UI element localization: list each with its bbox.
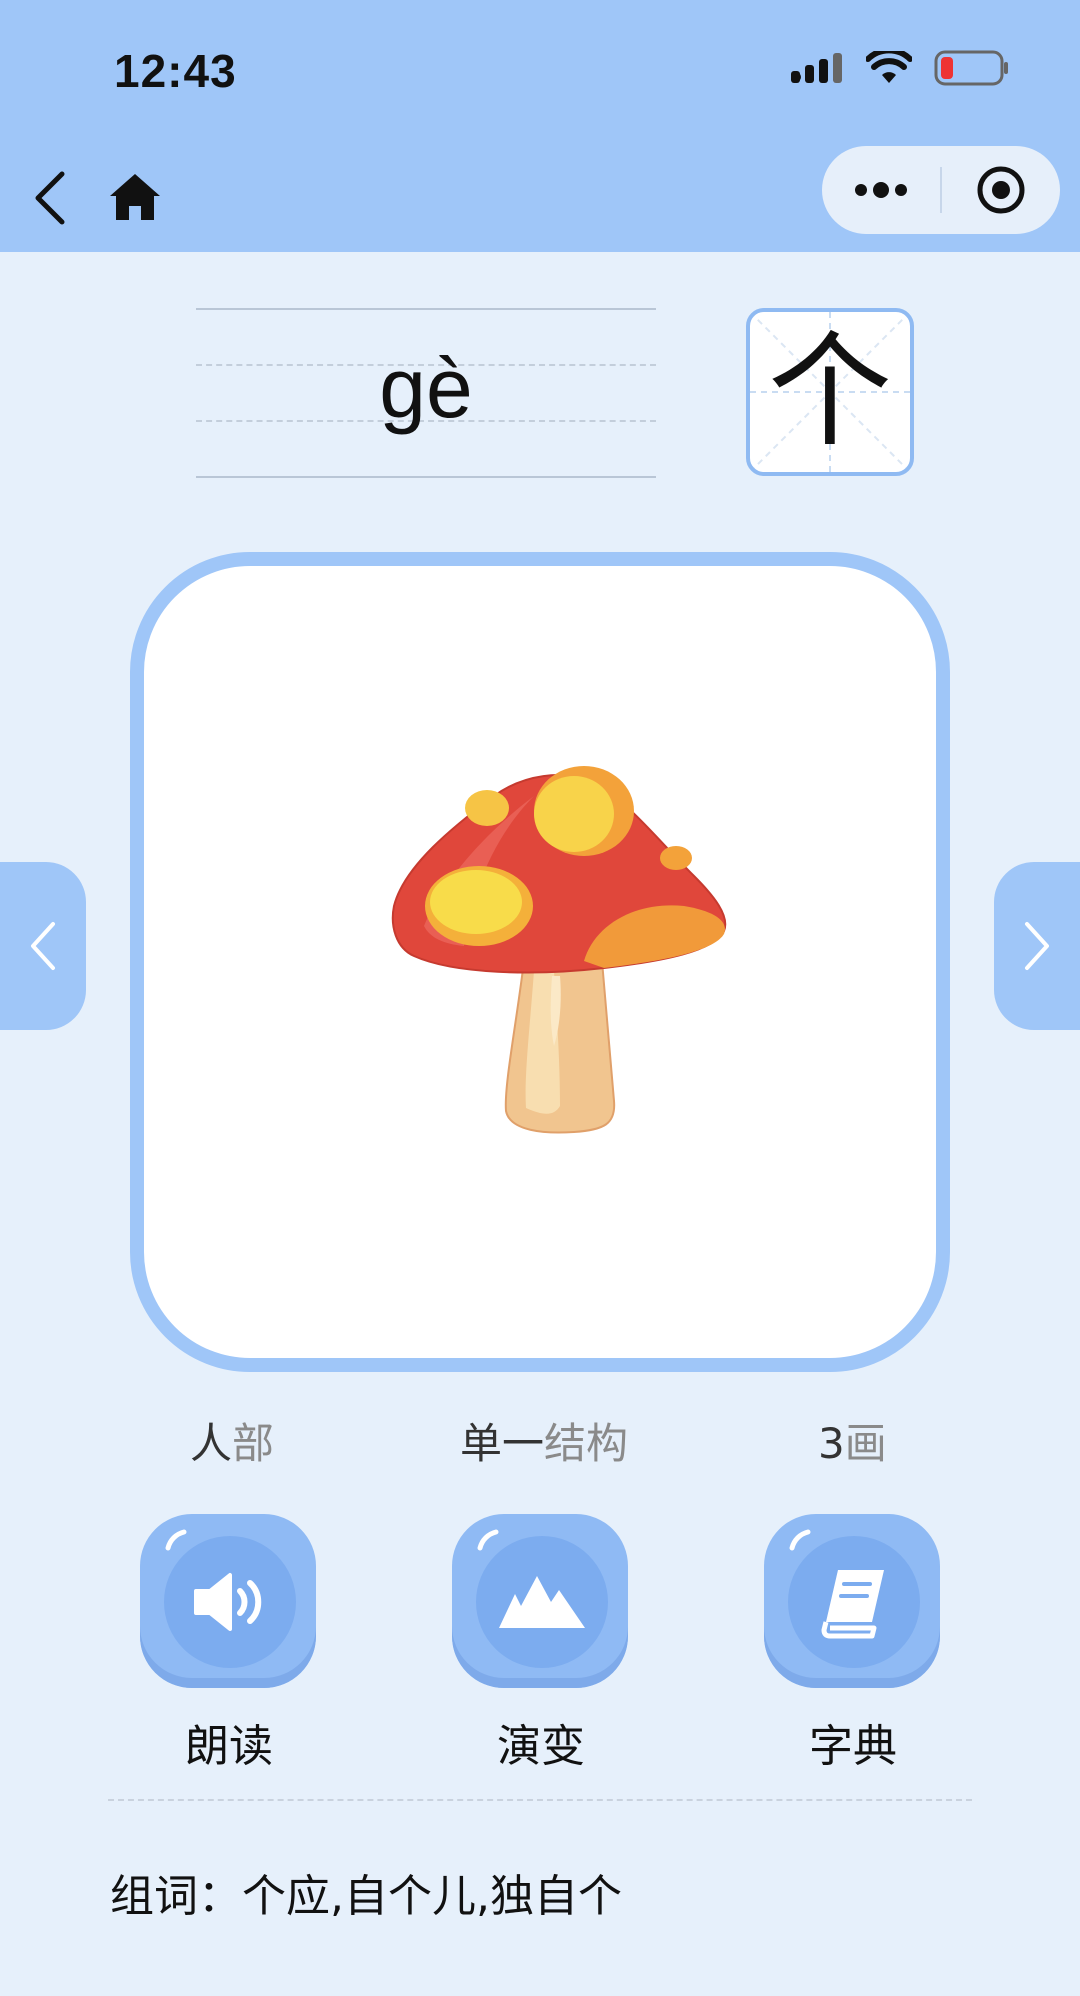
mushroom-illustration: [391, 766, 727, 1134]
pinyin-lines: gè: [196, 306, 656, 478]
pinyin-text: gè: [379, 341, 473, 435]
mountain-icon: [499, 1576, 585, 1628]
miniapp-capsule: [822, 146, 1060, 234]
more-dots-icon: [855, 182, 907, 198]
structure: 单一: [460, 1419, 545, 1468]
book-icon: [821, 1570, 884, 1639]
radical: 人: [190, 1419, 233, 1468]
dictionary-feature[interactable]: 字典: [764, 1514, 942, 1774]
close-button[interactable]: [942, 146, 1060, 234]
dictionary-label: 字典: [809, 1721, 897, 1772]
strokes-suffix: 画: [844, 1419, 887, 1468]
structure-info: 单一结构: [460, 1410, 628, 1471]
word-group: 组词：个应,自个儿,独自个: [110, 1860, 622, 1924]
next-button[interactable]: [994, 862, 1080, 1030]
chevron-right-icon: [1025, 922, 1049, 970]
radical-suffix: 部: [232, 1419, 275, 1468]
evolution-label: 演变: [497, 1721, 585, 1772]
pinyin-line-bottom: [196, 476, 656, 478]
more-button[interactable]: [822, 146, 940, 234]
read-aloud-feature[interactable]: 朗读: [140, 1514, 318, 1774]
structure-suffix: 结构: [544, 1419, 629, 1468]
character: 个: [767, 320, 892, 464]
read-aloud-label: 朗读: [185, 1721, 273, 1772]
word-group-list: 个应,自个儿,独自个: [242, 1871, 622, 1922]
pinyin-line-top: [196, 308, 656, 310]
read-aloud-button[interactable]: [140, 1514, 316, 1688]
divider: [108, 1799, 972, 1801]
strokes: 3: [818, 1419, 845, 1468]
evolution-feature[interactable]: 演变: [452, 1514, 630, 1774]
battery-icon: [934, 50, 1008, 86]
image-card: [130, 552, 950, 1372]
top-bar: 12:43: [0, 0, 1080, 252]
character-grid[interactable]: 个: [746, 308, 914, 476]
status-icons: [790, 50, 1010, 86]
dictionary-button[interactable]: [764, 1514, 940, 1688]
chevron-left-icon[interactable]: [26, 168, 76, 228]
chevron-left-icon: [31, 922, 55, 970]
wifi-icon: [866, 51, 912, 83]
target-circle-icon: [977, 166, 1025, 214]
signal-icon: [791, 53, 842, 83]
prev-button[interactable]: [0, 862, 86, 1030]
status-time: 12:43: [114, 45, 237, 97]
home-icon[interactable]: [108, 170, 162, 224]
word-group-prefix: 组词：: [110, 1871, 242, 1922]
strokes-info: 3画: [818, 1410, 887, 1471]
evolution-button[interactable]: [452, 1514, 628, 1688]
radical-info: 人部: [190, 1410, 274, 1471]
speaker-icon: [194, 1573, 262, 1631]
